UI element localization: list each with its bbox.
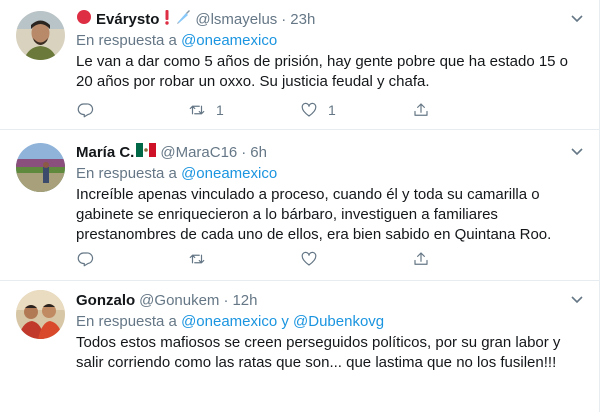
avatar[interactable]	[16, 143, 65, 192]
reply-icon	[77, 252, 94, 267]
user-handle[interactable]: @MaraC16	[160, 143, 237, 163]
heart-icon	[301, 251, 317, 266]
like-count: 1	[328, 102, 336, 118]
like-button[interactable]: 1	[300, 101, 412, 119]
mention-link[interactable]: @oneamexico	[181, 313, 277, 330]
reply-conjunction: y	[281, 313, 289, 330]
mention-link[interactable]: @oneamexico	[181, 165, 277, 182]
tweet-header: Evárysto @lsmayelus · 23h	[76, 10, 584, 30]
user-handle[interactable]: @lsmayelus	[195, 10, 277, 30]
share-icon	[414, 252, 428, 265]
share-icon	[414, 103, 428, 116]
separator-dot: ·	[281, 11, 287, 28]
tweet-header: María C. @MaraC16 · 6h	[76, 143, 584, 163]
mention-link-2[interactable]: @Dubenkovg	[293, 313, 384, 330]
reply-prefix: En respuesta a	[76, 32, 177, 49]
tweet-header: Gonzalo @Gonukem · 12h	[76, 291, 584, 311]
mexico-flag-icon	[136, 143, 157, 163]
tweet-text: Todos estos mafiosos se creen perseguido…	[76, 334, 561, 371]
display-name[interactable]: Evárysto	[96, 10, 159, 30]
user-handle[interactable]: @Gonukem	[139, 291, 219, 311]
tweet-actions	[76, 249, 526, 269]
tweet-actions: 1 1	[76, 100, 526, 120]
separator-dot: ·	[241, 144, 247, 161]
display-name[interactable]: Gonzalo	[76, 291, 135, 311]
tweet-text: Le van a dar como 5 años de prisión, hay…	[76, 53, 569, 90]
tweet-3[interactable]: Gonzalo @Gonukem · 12h En respuesta a @o…	[0, 282, 600, 412]
display-name[interactable]: María C.	[76, 143, 134, 163]
retweet-icon	[189, 254, 205, 264]
reply-context: En respuesta a @oneamexico	[76, 31, 584, 51]
reply-button[interactable]	[76, 101, 188, 119]
exclamation-icon	[163, 9, 171, 31]
avatar[interactable]	[16, 290, 65, 339]
reply-icon	[77, 103, 94, 118]
tweet-replies-list: Evárysto @lsmayelus · 23h En respuesta a…	[0, 0, 600, 412]
heart-icon	[301, 102, 317, 117]
chevron-down-icon[interactable]	[570, 14, 584, 24]
retweet-count: 1	[216, 102, 224, 118]
timestamp[interactable]: 12h	[232, 291, 257, 311]
share-button[interactable]	[412, 101, 524, 119]
like-button[interactable]	[300, 250, 412, 268]
timestamp[interactable]: 23h	[290, 10, 315, 30]
tweet-text: Increíble apenas vinculado a proceso, cu…	[76, 186, 552, 243]
retweet-icon	[189, 105, 205, 115]
syringe-icon	[175, 9, 191, 31]
reply-context: En respuesta a @oneamexico y @Dubenkovg	[76, 312, 584, 332]
reply-prefix: En respuesta a	[76, 165, 177, 182]
share-button[interactable]	[412, 250, 524, 268]
reply-context: En respuesta a @oneamexico	[76, 164, 584, 184]
separator-dot: ·	[223, 292, 229, 309]
tweet-2[interactable]: María C. @MaraC16 · 6h En respuesta a @o…	[0, 131, 600, 281]
retweet-button[interactable]	[188, 250, 300, 268]
chevron-down-icon[interactable]	[570, 147, 584, 157]
tweet-1[interactable]: Evárysto @lsmayelus · 23h En respuesta a…	[0, 0, 600, 130]
timestamp[interactable]: 6h	[250, 143, 267, 163]
reply-prefix: En respuesta a	[76, 313, 177, 330]
reply-button[interactable]	[76, 250, 188, 268]
retweet-button[interactable]: 1	[188, 101, 300, 119]
red-circle-icon	[76, 9, 92, 31]
chevron-down-icon[interactable]	[570, 295, 584, 305]
mention-link[interactable]: @oneamexico	[181, 32, 277, 49]
avatar[interactable]	[16, 11, 65, 60]
